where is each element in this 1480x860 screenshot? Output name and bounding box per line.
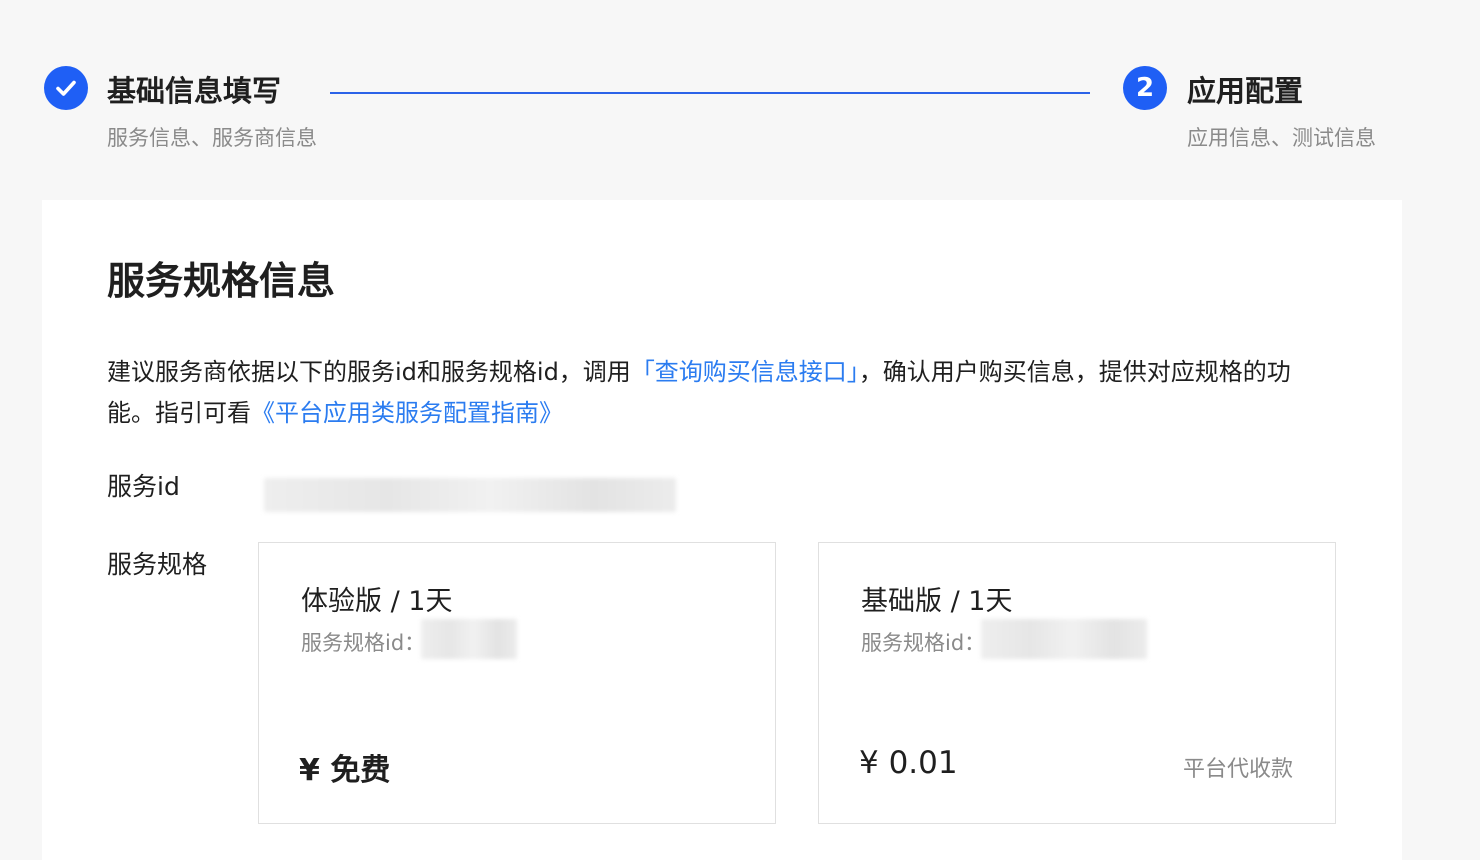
step-connector [330, 92, 1090, 94]
step-1-subtitle: 服务信息、服务商信息 [107, 126, 317, 150]
section-description: 建议服务商依据以下的服务id和服务规格id，调用「查询购买信息接口」，确认用户购… [107, 352, 1337, 434]
spec-id-value-redacted [421, 619, 517, 659]
query-purchase-api-link[interactable]: 「查询购买信息接口」 [631, 358, 859, 386]
step-2-title: 应用配置 [1187, 74, 1304, 108]
spec-price: ¥ 0.01 [859, 745, 958, 781]
service-spec-label: 服务规格 [107, 550, 208, 579]
description-text-1: 建议服务商依据以下的服务id和服务规格id，调用 [107, 358, 631, 386]
service-id-label: 服务id [107, 472, 180, 501]
config-guide-link[interactable]: 《平台应用类服务配置指南》 [251, 399, 563, 427]
step-1-title: 基础信息填写 [107, 74, 282, 108]
spec-id-label: 服务规格id： [301, 631, 426, 655]
step-2-number-badge: 2 [1123, 66, 1167, 110]
spec-price: ¥ 免费 [299, 753, 391, 788]
service-id-value-redacted [264, 478, 676, 512]
payment-note: 平台代收款 [1182, 757, 1293, 782]
stepper: 基础信息填写 服务信息、服务商信息 2 应用配置 应用信息、测试信息 [0, 0, 1480, 170]
check-icon [44, 66, 88, 110]
spec-option-trial[interactable]: 体验版 / 1天 服务规格id： ¥ 免费 [258, 542, 776, 824]
step-2-subtitle: 应用信息、测试信息 [1187, 126, 1376, 150]
section-title: 服务规格信息 [107, 259, 336, 303]
spec-id-label: 服务规格id： [861, 631, 986, 655]
spec-name: 基础版 / 1天 [861, 586, 1013, 617]
service-spec-card: 服务规格信息 建议服务商依据以下的服务id和服务规格id，调用「查询购买信息接口… [42, 200, 1402, 860]
spec-option-basic[interactable]: 基础版 / 1天 服务规格id： ¥ 0.01 平台代收款 [818, 542, 1336, 824]
spec-name: 体验版 / 1天 [301, 586, 453, 617]
spec-id-value-redacted [981, 619, 1147, 659]
